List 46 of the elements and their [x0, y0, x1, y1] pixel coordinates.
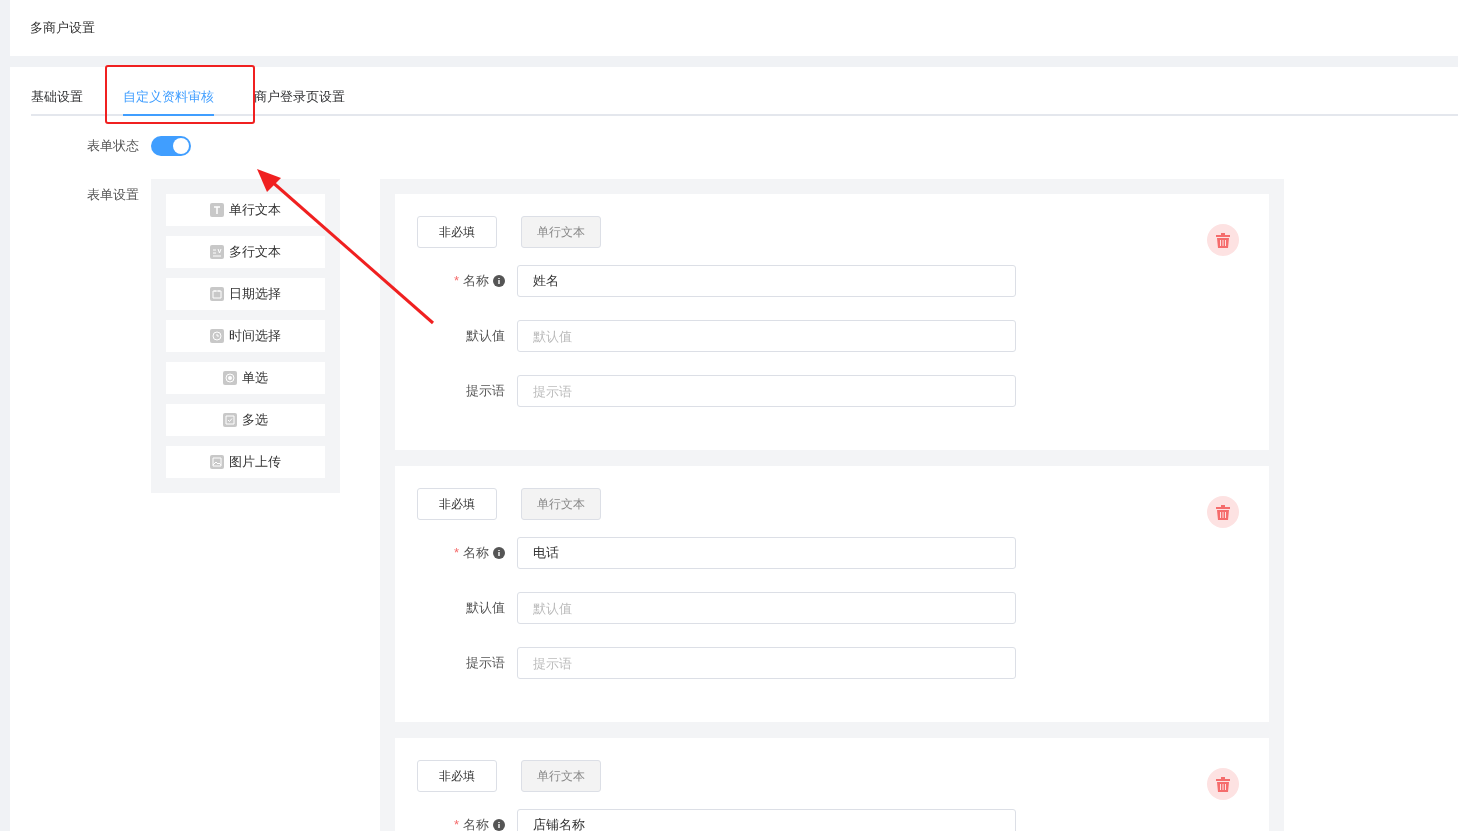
widget-item[interactable]: 单选: [166, 362, 325, 394]
field-label: 名称: [463, 816, 489, 831]
page-title: 多商户设置: [30, 19, 95, 38]
trash-icon: [1216, 776, 1230, 792]
text-input[interactable]: 店铺名称: [517, 809, 1016, 831]
field-label: 表单状态: [86, 137, 140, 156]
delete-button[interactable]: [1207, 224, 1239, 256]
image-field-icon: [210, 455, 224, 469]
field-label: 表单设置: [86, 186, 140, 204]
text-input[interactable]: 提示语: [517, 647, 1016, 679]
text-input[interactable]: 电话: [517, 537, 1016, 569]
trash-icon: [1216, 232, 1230, 248]
widget-item[interactable]: 多选: [166, 404, 325, 436]
date-field-icon: [210, 287, 224, 301]
text-input[interactable]: 默认值: [517, 592, 1016, 624]
widget-item[interactable]: 单行文本: [166, 194, 325, 226]
widget-item[interactable]: 图片上传: [166, 446, 325, 478]
tab[interactable]: 基础设置: [31, 86, 83, 116]
delete-button[interactable]: [1207, 496, 1239, 528]
toggle-switch[interactable]: [151, 136, 191, 156]
required-asterisk: *: [453, 816, 459, 831]
required-toggle-button[interactable]: 非必填: [417, 760, 497, 792]
required-toggle-button[interactable]: 非必填: [417, 216, 497, 248]
field-label: 默认值: [466, 599, 505, 618]
trash-icon: [1216, 504, 1230, 520]
text-input[interactable]: 提示语: [517, 375, 1016, 407]
field-label: 提示语: [466, 382, 505, 401]
text-input[interactable]: 姓名: [517, 265, 1016, 297]
widget-item[interactable]: 时间选择: [166, 320, 325, 352]
required-asterisk: *: [453, 544, 459, 563]
text-field-icon: [210, 203, 224, 217]
field-label: 默认值: [466, 327, 505, 346]
widget-item[interactable]: 日期选择: [166, 278, 325, 310]
textarea-field-icon: [210, 245, 224, 259]
checkbox-field-icon: [223, 413, 237, 427]
radio-field-icon: [223, 371, 237, 385]
tab[interactable]: 商户登录页设置: [254, 86, 345, 116]
field-label: 提示语: [466, 654, 505, 673]
required-asterisk: *: [453, 272, 459, 291]
delete-button[interactable]: [1207, 768, 1239, 800]
text-input[interactable]: 默认值: [517, 320, 1016, 352]
field-label: 名称: [463, 272, 489, 291]
time-field-icon: [210, 329, 224, 343]
required-toggle-button[interactable]: 非必填: [417, 488, 497, 520]
widget-item[interactable]: 多行文本: [166, 236, 325, 268]
field-label: 名称: [463, 544, 489, 563]
